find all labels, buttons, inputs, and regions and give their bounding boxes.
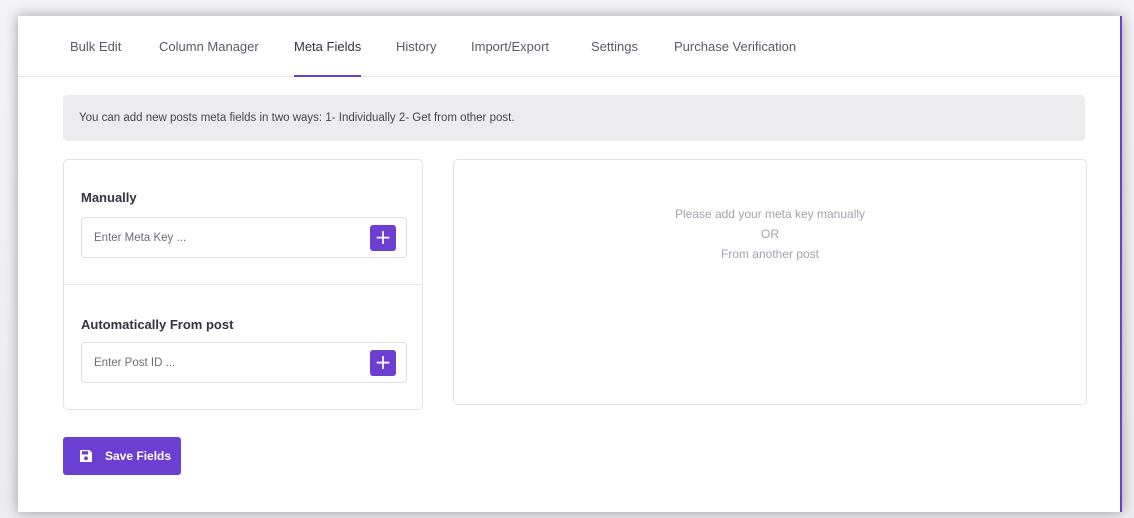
add-meta-key-button[interactable]: +: [370, 225, 396, 251]
window-frame: Bulk Edit Column Manager Meta Fields His…: [0, 0, 1134, 518]
empty-state-line-3: From another post: [720, 247, 820, 261]
meta-key-input[interactable]: [82, 218, 362, 257]
empty-state-line-1: Please add your meta key manually: [674, 207, 866, 221]
save-fields-button[interactable]: Save Fields: [63, 437, 181, 475]
tab-meta-fields[interactable]: Meta Fields: [294, 16, 362, 77]
post-id-field: +: [81, 342, 407, 383]
manual-section-title: Manually: [81, 190, 137, 205]
tab-import-export[interactable]: Import/Export: [471, 16, 549, 77]
tab-column-manager[interactable]: Column Manager: [159, 16, 259, 77]
auto-section-title: Automatically From post: [81, 317, 234, 332]
tab-history[interactable]: History: [396, 16, 436, 77]
plus-icon: +: [374, 350, 392, 374]
tab-bulk-edit[interactable]: Bulk Edit: [70, 16, 121, 77]
add-meta-card: Manually + Automatically From post +: [63, 159, 423, 410]
floppy-disk-icon: [80, 450, 92, 462]
tab-settings[interactable]: Settings: [591, 16, 638, 77]
save-fields-label: Save Fields: [105, 449, 172, 463]
post-id-input[interactable]: [82, 343, 362, 382]
section-divider: [64, 284, 422, 285]
add-from-post-button[interactable]: +: [370, 350, 396, 376]
tab-purchase-verification[interactable]: Purchase Verification: [674, 16, 796, 77]
info-banner: You can add new posts meta fields in two…: [63, 95, 1085, 141]
meta-fields-panel: Bulk Edit Column Manager Meta Fields His…: [18, 16, 1122, 512]
empty-state-line-2: OR: [761, 227, 779, 241]
tab-bar: Bulk Edit Column Manager Meta Fields His…: [18, 16, 1120, 77]
plus-icon: +: [374, 225, 392, 249]
meta-key-field: +: [81, 217, 407, 258]
meta-fields-list: Please add your meta key manually OR Fro…: [453, 159, 1087, 405]
